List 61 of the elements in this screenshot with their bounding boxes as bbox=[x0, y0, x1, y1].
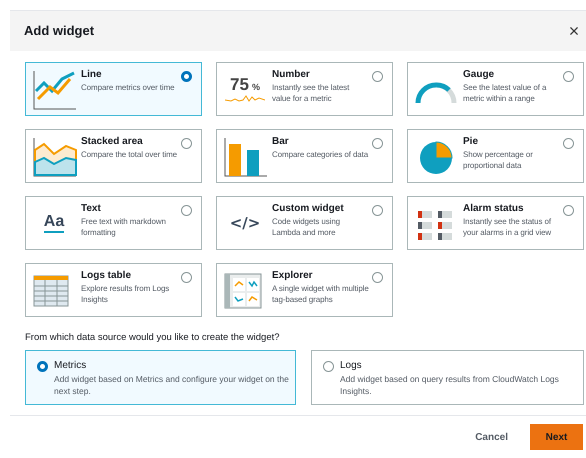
option-title: Metrics bbox=[54, 360, 88, 372]
radio-button[interactable] bbox=[181, 272, 192, 283]
sparkline-icon bbox=[225, 95, 265, 104]
radio-button[interactable] bbox=[323, 361, 334, 372]
widget-title: Bar bbox=[272, 136, 290, 148]
widget-description: Show percentage or proportional data bbox=[463, 148, 534, 171]
widget-title: Logs table bbox=[81, 270, 132, 282]
widget-option[interactable]: Explorer A single widget with multiple tag-based graphs bbox=[216, 262, 393, 317]
widget-title: Text bbox=[81, 202, 102, 215]
radio-button[interactable] bbox=[563, 138, 574, 149]
widget-option[interactable]: Pie Show percentage or proportional data bbox=[407, 128, 584, 183]
next-button[interactable]: Next bbox=[530, 424, 583, 450]
widget-description: Compare metrics over time bbox=[81, 82, 176, 93]
radio-button[interactable] bbox=[181, 204, 192, 216]
widget-title: Stacked area bbox=[81, 136, 144, 148]
widget-option[interactable]: Line Compare metrics over time bbox=[25, 62, 202, 116]
widget-title: Explorer bbox=[272, 270, 314, 282]
radio-button[interactable] bbox=[37, 361, 48, 372]
radio-button[interactable] bbox=[181, 70, 192, 82]
number-icon-unit: % bbox=[252, 83, 260, 92]
widget-title: Line bbox=[81, 68, 103, 81]
widget-option[interactable]: 75 % Number Instantly see the latest value for a metric bbox=[216, 62, 393, 116]
radio-button[interactable] bbox=[372, 70, 383, 82]
widget-description: Explore results from Logs Insights bbox=[81, 282, 170, 305]
option-description: Add widget based on query results from CloudWatch Logs Insights. bbox=[340, 373, 560, 397]
radio-button[interactable] bbox=[372, 138, 383, 149]
widget-description: Compare the total over time bbox=[81, 148, 178, 160]
question-text: From which data source would you like to create the widget? bbox=[25, 330, 281, 345]
widget-option[interactable]: Logs table Explore results from Logs Insights bbox=[25, 262, 202, 317]
radio-button[interactable] bbox=[372, 204, 383, 216]
radio-button[interactable] bbox=[372, 272, 383, 283]
code-icon: </> bbox=[230, 216, 260, 232]
widget-description: Instantly see the latest value for a metric bbox=[272, 82, 350, 104]
widget-description: Compare categories of data bbox=[272, 148, 369, 160]
cancel-button[interactable]: Cancel bbox=[475, 430, 508, 444]
widget-option[interactable]: Alarm status Instantly see the status of your alarms in a grid view bbox=[407, 196, 584, 250]
widget-description: See the latest value of a metric within a range bbox=[463, 82, 548, 104]
widget-description: Instantly see the status of your alarms in a grid view bbox=[463, 216, 552, 238]
close-button[interactable]: × bbox=[566, 20, 582, 41]
radio-button[interactable] bbox=[563, 204, 574, 216]
widget-option[interactable]: Stacked area Compare the total over time bbox=[25, 128, 202, 183]
widget-title: Custom widget bbox=[272, 202, 345, 215]
option-description: Add widget based on Metrics and configure your widget on the next step. bbox=[54, 373, 289, 397]
widget-option[interactable]: </> Custom widget Code widgets using Lambda and more bbox=[216, 196, 393, 250]
widget-title: Alarm status bbox=[463, 202, 525, 215]
data-source-option[interactable]: Metrics Add widget based on Metrics and configure your widget on the next step. bbox=[25, 350, 296, 405]
widget-description: Code widgets using Lambda and more bbox=[272, 216, 342, 238]
dialog-title: Add widget bbox=[24, 22, 94, 40]
widget-option[interactable]: Aa Text Free text with markdown formatting bbox=[25, 196, 202, 250]
widget-description: A single widget with multiple tag-based graphs bbox=[272, 282, 369, 305]
option-title: Logs bbox=[340, 360, 363, 372]
widget-option[interactable]: Gauge See the latest value of a metric within a range bbox=[407, 62, 584, 116]
number-icon-value: 75 bbox=[230, 76, 249, 94]
widget-title: Gauge bbox=[463, 68, 496, 81]
widget-description: Free text with markdown formatting bbox=[81, 216, 167, 238]
widget-title: Number bbox=[272, 68, 311, 81]
radio-button[interactable] bbox=[563, 70, 574, 82]
data-source-option[interactable]: Logs Add widget based on query results from CloudWatch Logs Insights. bbox=[311, 350, 584, 405]
radio-button[interactable] bbox=[181, 138, 192, 149]
widget-option[interactable]: Bar Compare categories of data bbox=[216, 128, 393, 183]
widget-title: Pie bbox=[463, 136, 480, 148]
